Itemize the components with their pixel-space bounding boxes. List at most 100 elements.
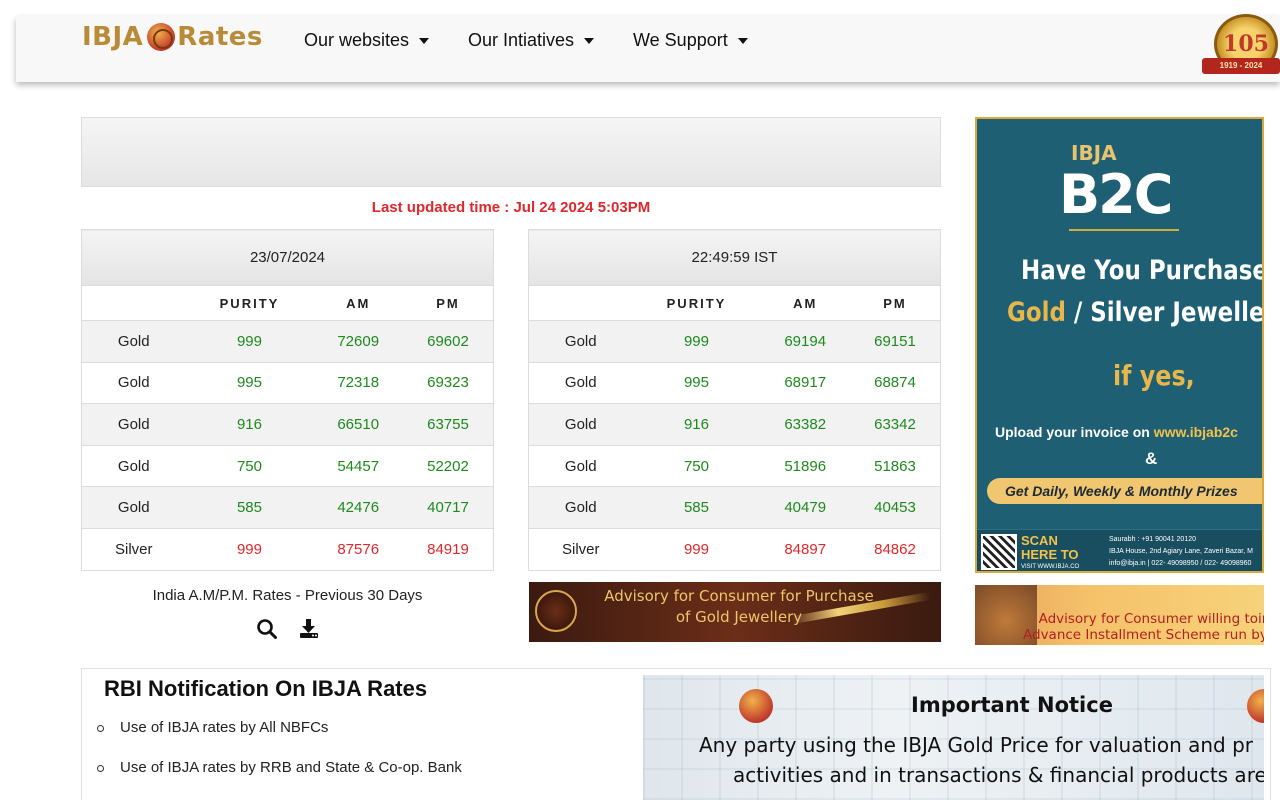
nav-label: Our websites xyxy=(304,30,410,50)
am-cell: 72609 xyxy=(313,320,403,363)
advisory-installment-text: Advisory for Consumer willing toin Advan… xyxy=(1023,611,1264,643)
purity-cell: 999 xyxy=(185,320,314,363)
navbar: IBJA Rates Our websites Our Intiatives W… xyxy=(16,14,1280,82)
headline-rest: / Silver Jewellery xyxy=(1073,297,1264,328)
table-row: Gold 999 69194 69151 xyxy=(528,320,941,363)
scan-line-2: HERE TO xyxy=(1021,547,1079,562)
notice-line-2: activities and in transactions & financi… xyxy=(733,763,1264,787)
list-item[interactable]: Use of IBJA rates by RRB and State & Co-… xyxy=(97,759,462,799)
rates-table-left: 23/07/2024 PURITY AM PM Gold 999 72609 6… xyxy=(81,229,494,571)
purity-cell: 585 xyxy=(632,486,761,529)
am-cell: 63382 xyxy=(760,403,850,446)
col-purity: PURITY xyxy=(632,285,761,321)
table-row: Silver 999 84897 84862 xyxy=(528,527,941,571)
col-am: AM xyxy=(313,285,403,321)
headline-gold-word: Gold xyxy=(1007,297,1066,328)
contact-line-2: IBJA House, 2nd Agiary Lane, Zaveri Baza… xyxy=(1109,548,1253,555)
advisory-installment-banner[interactable]: Advisory for Consumer willing toin Advan… xyxy=(975,585,1264,645)
pm-cell: 63342 xyxy=(849,403,941,446)
table-row: Gold 750 51896 51863 xyxy=(528,444,941,487)
pm-cell: 63755 xyxy=(402,403,494,446)
brand-logo[interactable]: IBJA Rates xyxy=(82,20,263,54)
pm-cell: 69151 xyxy=(849,320,941,363)
metal-cell: Gold xyxy=(528,486,633,529)
b2c-prizes-pill: Get Daily, Weekly & Monthly Prizes xyxy=(987,478,1262,504)
pm-cell: 40453 xyxy=(849,486,941,529)
purity-cell: 585 xyxy=(185,486,314,529)
upload-url: www.ibjab2c xyxy=(1153,424,1238,440)
b2c-headline-1: Have You Purchased xyxy=(1021,255,1264,286)
metal-cell: Gold xyxy=(81,444,186,487)
rbi-link[interactable]: Use of IBJA rates by RRB and State & Co-… xyxy=(120,759,462,776)
brand-text-right: Rates xyxy=(177,22,263,52)
list-item[interactable]: Use of IBJA rates by All NBFCs xyxy=(97,719,462,759)
contact-line-1: Saurabh : +91 90041 20120 xyxy=(1109,536,1196,543)
divider xyxy=(1069,229,1179,231)
advisory-right-line-2: Advance Installment Scheme run by th xyxy=(1023,627,1264,643)
scan-url: VISIT WWW.IBJA.CO xyxy=(1021,564,1080,570)
b2c-footer: SCAN HERE TO VISIT WWW.IBJA.CO Saurabh :… xyxy=(977,529,1262,571)
rbi-list: Use of IBJA rates by All NBFCs Use of IB… xyxy=(97,719,462,799)
metal-cell: Gold xyxy=(81,361,186,404)
pm-cell: 51863 xyxy=(849,444,941,487)
col-pm: PM xyxy=(849,285,941,321)
advisory-line-1: Advisory for Consumer for Purchase xyxy=(604,587,874,605)
rates-table-right: 22:49:59 IST PURITY AM PM Gold 999 69194… xyxy=(528,229,941,571)
nav-label: We Support xyxy=(633,30,728,50)
purity-cell: 750 xyxy=(632,444,761,487)
brand-text-left: IBJA xyxy=(82,22,144,52)
table-row: Gold 585 42476 40717 xyxy=(81,486,494,529)
pm-cell: 84862 xyxy=(849,527,941,571)
contact-info: Saurabh : +91 90041 20120 IBJA House, 2n… xyxy=(1109,534,1253,570)
rbi-link[interactable]: Use of IBJA rates by All NBFCs xyxy=(120,719,328,736)
col-am: AM xyxy=(760,285,850,321)
table-row: Gold 916 63382 63342 xyxy=(528,403,941,446)
col-metal xyxy=(81,285,186,321)
purity-cell: 916 xyxy=(185,403,314,446)
advisory-text: Advisory for Consumer for Purchase of Go… xyxy=(569,586,909,628)
purity-cell: 750 xyxy=(185,444,314,487)
b2c-logo: B2C xyxy=(1059,163,1173,226)
col-purity: PURITY xyxy=(185,285,314,321)
purity-cell: 995 xyxy=(185,361,314,404)
table-time-header: 22:49:59 IST xyxy=(528,229,941,286)
metal-cell: Gold xyxy=(81,320,186,363)
advisory-gold-jewellery-banner[interactable]: Advisory for Consumer for Purchase of Go… xyxy=(529,582,941,642)
anniversary-years: 1919 - 2024 xyxy=(1202,58,1280,74)
pm-cell: 68874 xyxy=(849,361,941,404)
important-notice-banner: Important Notice Any party using the IBJ… xyxy=(643,675,1264,800)
metal-cell: Silver xyxy=(81,527,186,571)
metal-cell: Silver xyxy=(528,527,633,571)
table-row: Gold 999 72609 69602 xyxy=(81,320,494,363)
b2c-if-yes: if yes, xyxy=(1113,359,1195,392)
search-icon[interactable] xyxy=(256,618,278,645)
am-cell: 40479 xyxy=(760,486,850,529)
am-cell: 84897 xyxy=(760,527,850,571)
b2c-advertisement[interactable]: IBJA B2C Have You Purchased Gold / Silve… xyxy=(975,117,1264,573)
nav-our-websites[interactable]: Our websites xyxy=(304,30,430,51)
am-cell: 51896 xyxy=(760,444,850,487)
metal-cell: Gold xyxy=(528,444,633,487)
purity-cell: 995 xyxy=(632,361,761,404)
previous-30-days-label: India A.M/P.M. Rates - Previous 30 Days xyxy=(152,587,423,604)
b2c-ampersand: & xyxy=(1145,449,1158,468)
b2c-brand: IBJA xyxy=(1071,141,1117,165)
nav-our-initiatives[interactable]: Our Intiatives xyxy=(468,30,595,51)
nav-we-support[interactable]: We Support xyxy=(633,30,748,51)
am-cell: 54457 xyxy=(313,444,403,487)
col-metal xyxy=(528,285,633,321)
purity-cell: 999 xyxy=(185,527,314,571)
nav-label: Our Intiatives xyxy=(468,30,575,50)
download-icon[interactable] xyxy=(298,618,320,645)
scan-line-1: SCAN xyxy=(1021,533,1058,548)
am-cell: 72318 xyxy=(313,361,403,404)
table-row: Gold 995 68917 68874 xyxy=(528,361,941,404)
table-row: Gold 585 40479 40453 xyxy=(528,486,941,529)
metal-cell: Gold xyxy=(528,361,633,404)
b2c-upload-text: Upload your invoice on www.ibjab2c xyxy=(995,424,1238,440)
anniversary-badge: 105 1919 - 2024 xyxy=(1200,14,1280,82)
table-row: Gold 995 72318 69323 xyxy=(81,361,494,404)
metal-cell: Gold xyxy=(81,403,186,446)
metal-cell: Gold xyxy=(528,320,633,363)
pm-cell: 69323 xyxy=(402,361,494,404)
